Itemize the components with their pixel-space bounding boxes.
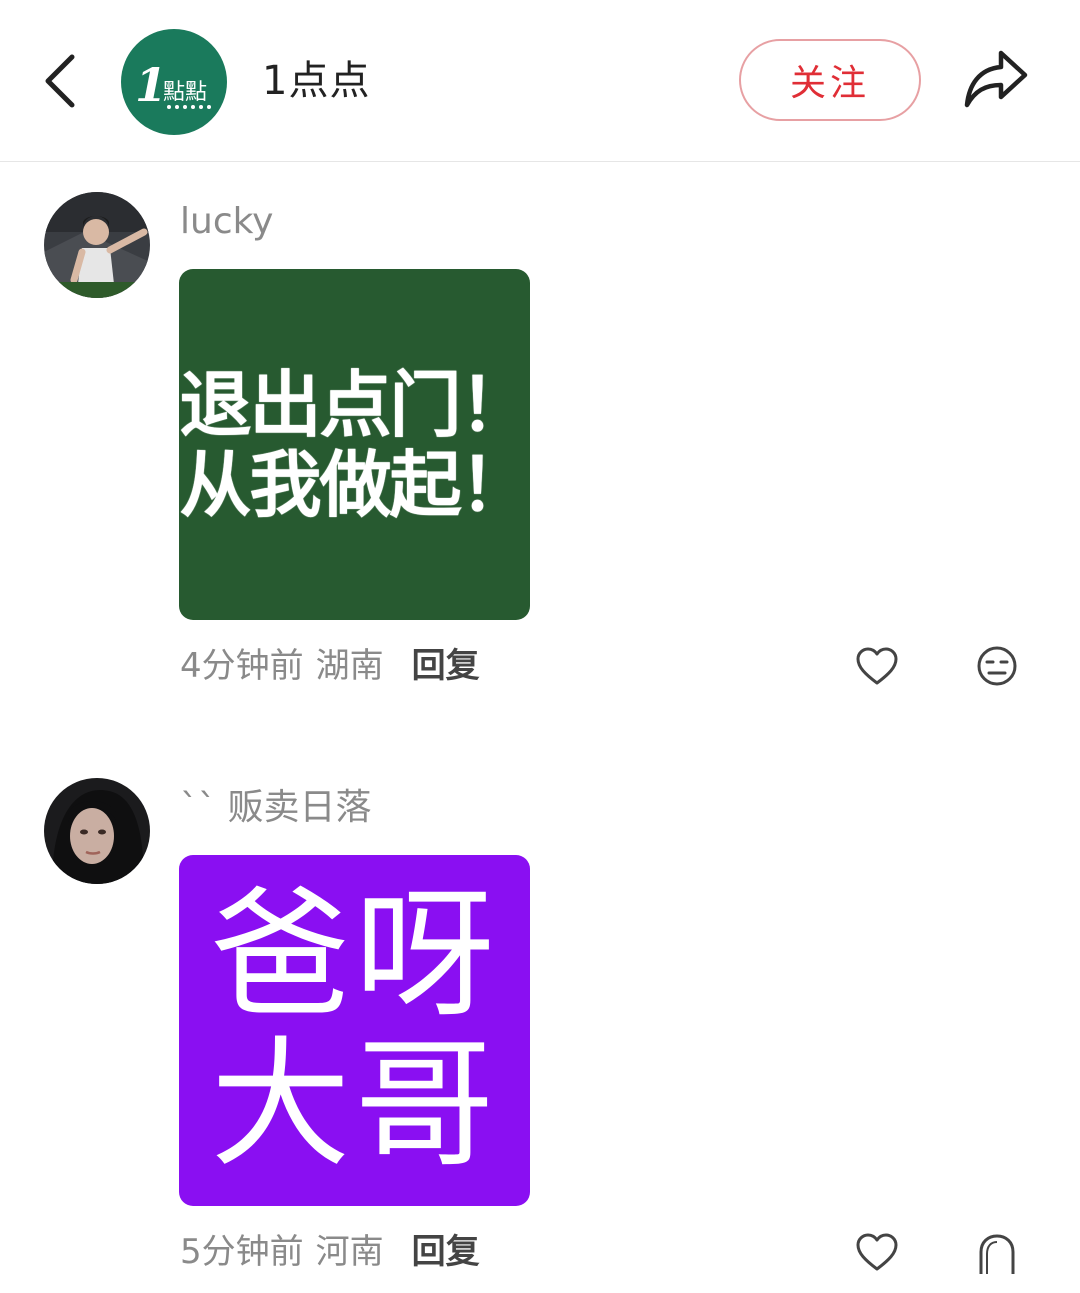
share-icon	[964, 50, 1028, 108]
avatar[interactable]	[44, 778, 150, 884]
comment-meta: 5分钟前 河南 回复	[180, 1230, 480, 1274]
sticker-line: 退出点门！	[179, 362, 531, 447]
heart-icon	[856, 1233, 898, 1271]
back-button[interactable]	[30, 46, 90, 116]
avatar[interactable]	[44, 192, 150, 298]
logo-characters: 點點	[163, 80, 207, 105]
sticker-image[interactable]: 退出点门！ 从我做起！	[179, 269, 532, 620]
share-button[interactable]	[958, 44, 1034, 114]
comment-region: 湖南	[315, 646, 384, 686]
back-icon	[45, 54, 75, 108]
top-bar: 1 點點 1点点 关注	[0, 0, 1080, 162]
username[interactable]: lucky	[180, 200, 273, 244]
reaction-button[interactable]	[972, 1227, 1022, 1277]
avatar-photo	[44, 192, 150, 298]
comment-meta: 4分钟前 湖南 回复	[180, 644, 480, 688]
sticker-line: 从我做起！	[179, 442, 531, 527]
like-button[interactable]	[852, 641, 902, 691]
username[interactable]: `` 贩卖日落	[180, 786, 371, 830]
avatar-photo	[44, 778, 150, 884]
comment-time: 4分钟前	[180, 646, 304, 686]
reply-button[interactable]: 回复	[412, 644, 480, 688]
emoji-neutral-icon	[977, 646, 1017, 686]
account-logo[interactable]: 1 點點	[121, 29, 227, 135]
sticker-line: 大哥	[210, 1023, 499, 1187]
sticker-image[interactable]: 爸呀 大哥	[179, 855, 530, 1206]
account-name[interactable]: 1点点	[262, 56, 370, 106]
comment-region: 河南	[315, 1232, 384, 1272]
like-button[interactable]	[852, 1227, 902, 1277]
sticker-line: 爸呀	[210, 873, 499, 1037]
reply-button[interactable]: 回复	[412, 1230, 480, 1274]
emoji-arc-icon	[979, 1234, 1015, 1274]
logo-icon: 1 點點	[135, 58, 211, 112]
heart-icon	[856, 647, 898, 685]
comment-time: 5分钟前	[180, 1232, 304, 1272]
reaction-button[interactable]	[972, 641, 1022, 691]
follow-button[interactable]: 关注	[739, 39, 921, 121]
